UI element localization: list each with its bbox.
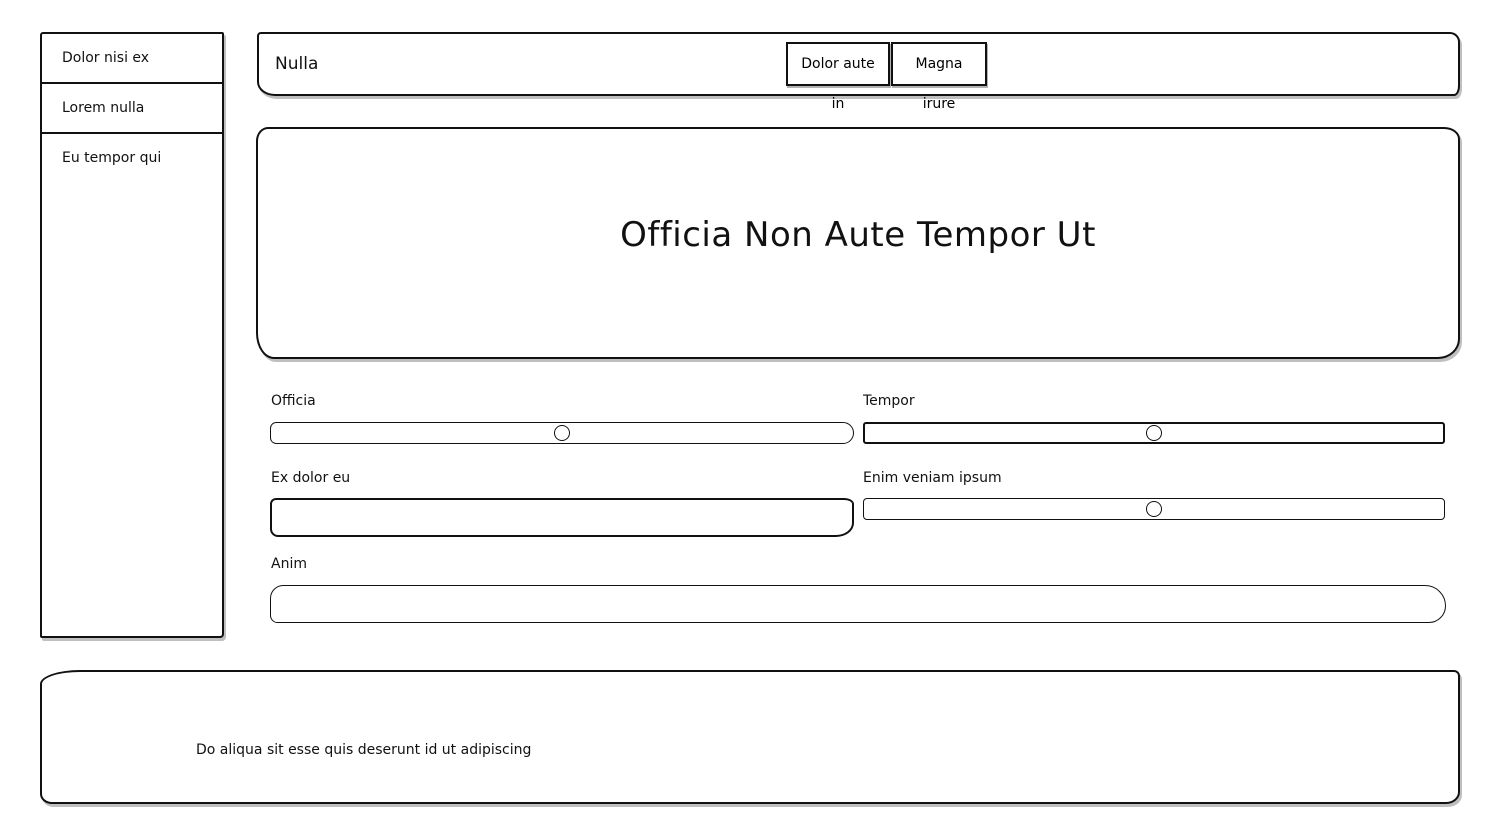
tempor-label: Tempor bbox=[863, 393, 915, 409]
sidebar-item-label: Eu tempor qui bbox=[62, 150, 162, 166]
ex-dolor-eu-label: Ex dolor eu bbox=[271, 470, 351, 486]
sidebar-item-label: Dolor nisi ex bbox=[62, 50, 150, 66]
sidebar-item-lorem-nulla[interactable]: Lorem nulla bbox=[42, 84, 222, 134]
magna-irure-button[interactable]: Magna irure bbox=[891, 42, 987, 112]
officia-slider-handle[interactable] bbox=[554, 425, 570, 441]
officia-slider[interactable] bbox=[270, 422, 854, 444]
tempor-slider-handle[interactable] bbox=[1146, 425, 1162, 441]
officia-label: Officia bbox=[271, 393, 316, 409]
ex-dolor-eu-input[interactable] bbox=[270, 498, 854, 537]
anim-input[interactable] bbox=[270, 585, 1446, 623]
anim-label: Anim bbox=[271, 556, 307, 572]
enim-veniam-ipsum-label: Enim veniam ipsum bbox=[863, 470, 1002, 486]
footer: Do aliqua sit esse quis deserunt id ut a… bbox=[40, 670, 1460, 804]
tempor-slider[interactable] bbox=[863, 422, 1445, 444]
enim-veniam-ipsum-slider-handle[interactable] bbox=[1146, 501, 1162, 517]
sidebar-item-eu-tempor-qui[interactable]: Eu tempor qui bbox=[42, 134, 222, 184]
dolor-aute-in-button[interactable]: Dolor aute in bbox=[786, 42, 890, 112]
footer-text: Do aliqua sit esse quis deserunt id ut a… bbox=[196, 742, 532, 758]
sidebar-item-dolor-nisi-ex[interactable]: Dolor nisi ex bbox=[42, 34, 222, 84]
top-bar: Nulla Dolor aute in Magna irure bbox=[257, 32, 1460, 112]
sidebar-item-label: Lorem nulla bbox=[62, 100, 145, 116]
hero-title: Officia Non Aute Tempor Ut bbox=[620, 215, 1096, 255]
sidebar: Dolor nisi ex Lorem nulla Eu tempor qui bbox=[40, 32, 224, 638]
top-bar-title: Nulla bbox=[275, 54, 319, 74]
hero-panel: Officia Non Aute Tempor Ut bbox=[256, 127, 1460, 359]
enim-veniam-ipsum-slider[interactable] bbox=[863, 498, 1445, 520]
